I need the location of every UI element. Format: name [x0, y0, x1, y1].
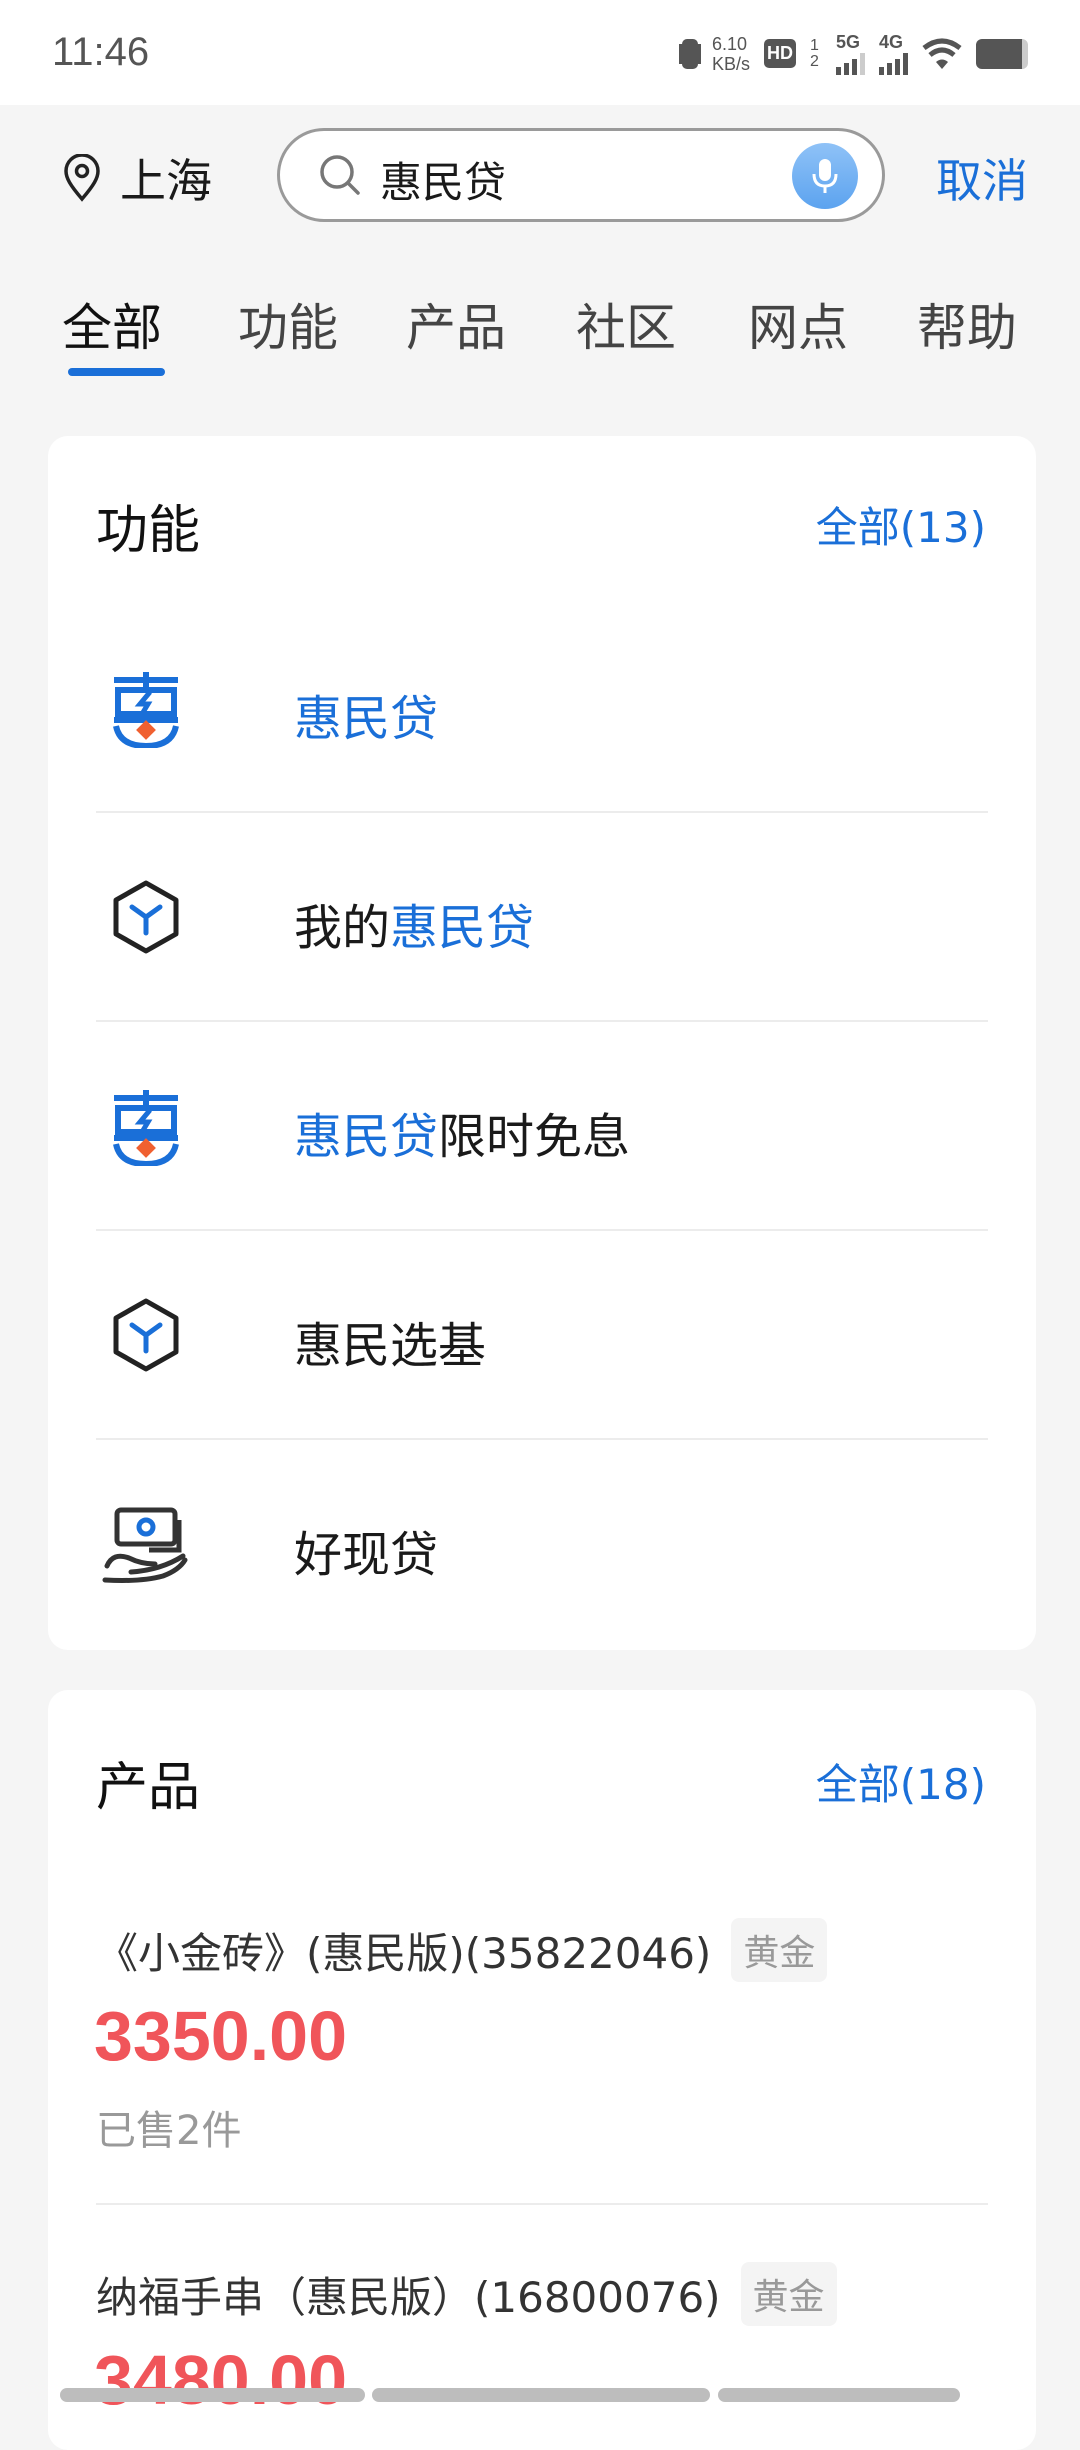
product-sold: 已售2件 — [96, 2108, 242, 2154]
net-speed: 6.10 KB/s — [712, 34, 750, 74]
cube-icon — [96, 877, 196, 957]
function-label: 我的惠民贷 — [294, 888, 534, 958]
functions-all-link[interactable]: 全部(13) — [816, 494, 986, 555]
tab-all[interactable]: 全部 — [62, 288, 162, 360]
product-price: 3480.00 — [94, 2341, 348, 2419]
function-item[interactable]: 惠民选基 — [96, 1231, 988, 1439]
label-post: 限时免息 — [438, 1109, 631, 1165]
location-selector[interactable]: 上海 — [62, 145, 212, 211]
divider — [96, 2203, 988, 2205]
tab-branches[interactable]: 网点 — [748, 288, 848, 360]
microphone-icon — [812, 159, 838, 193]
product-name: 《小金砖》(惠民版)(35822046) — [96, 1928, 712, 1978]
products-all-link[interactable]: 全部(18) — [816, 1751, 986, 1812]
sim-label: 1 2 — [810, 36, 819, 70]
product-tag: 黄金 — [740, 2262, 837, 2326]
signal-4g-icon: 4G — [879, 32, 908, 75]
products-card: 产品 全部(18) 《小金砖》(惠民版)(35822046) 黄金 3350.00… — [48, 1690, 1036, 2450]
net2-label: 4G — [879, 32, 904, 52]
label-pre: 好现贷 — [294, 1527, 439, 1583]
voice-search-button[interactable] — [792, 143, 858, 209]
vibrate-icon — [681, 38, 698, 69]
status-bar: 11:46 6.10 KB/s HD 1 2 5G 4G — [0, 0, 1080, 105]
cancel-button[interactable]: 取消 — [936, 145, 1028, 211]
hui-logo-icon — [96, 668, 196, 748]
location-label: 上海 — [120, 154, 212, 208]
hd-icon: HD — [764, 39, 796, 68]
product-item[interactable]: 《小金砖》(惠民版)(35822046) 黄金 — [96, 1918, 828, 1982]
function-label: 好现贷 — [294, 1515, 438, 1585]
product-item[interactable]: 纳福手串（惠民版）(16800076) 黄金 — [96, 2262, 837, 2326]
function-label: 惠民贷限时免息 — [294, 1097, 630, 1167]
net1-label: 5G — [836, 32, 861, 52]
tab-help[interactable]: 帮助 — [917, 288, 1017, 360]
tab-community[interactable]: 社区 — [576, 288, 676, 360]
product-name: 纳福手串（惠民版）(16800076) — [96, 2272, 721, 2322]
function-item[interactable]: 好现贷 — [96, 1440, 988, 1648]
net-speed-unit: KB/s — [711, 53, 750, 74]
search-icon — [320, 155, 360, 195]
label-pre: 惠民选基 — [294, 1318, 487, 1374]
function-item[interactable]: 惠民贷 — [96, 604, 988, 812]
product-price: 3350.00 — [94, 1997, 348, 2075]
battery-icon — [976, 38, 1028, 69]
function-item[interactable]: 惠民贷限时免息 — [96, 1022, 988, 1230]
product-tag: 黄金 — [731, 1918, 828, 1982]
cash-hand-icon — [96, 1504, 196, 1584]
label-highlight: 惠民贷 — [294, 691, 439, 747]
products-title: 产品 — [96, 1758, 201, 1818]
cube-icon — [96, 1295, 196, 1375]
wifi-icon — [922, 38, 962, 69]
search-input[interactable]: 惠民贷 — [277, 128, 885, 222]
functions-card: 功能 全部(13) 惠民贷 我的惠民贷 惠民贷限时免息 惠民选基 好现贷 — [48, 436, 1036, 1650]
location-pin-icon — [64, 154, 100, 202]
label-highlight: 惠民贷 — [390, 900, 535, 956]
function-label: 惠民贷 — [294, 679, 438, 749]
function-item[interactable]: 我的惠民贷 — [96, 813, 988, 1021]
label-highlight: 惠民贷 — [294, 1109, 439, 1165]
functions-title: 功能 — [96, 501, 201, 561]
net-speed-value: 6.10 — [711, 33, 748, 54]
function-label: 惠民选基 — [294, 1306, 486, 1376]
signal-5g-icon: 5G — [836, 32, 865, 75]
hui-logo-icon — [96, 1086, 196, 1166]
tab-products[interactable]: 产品 — [406, 288, 506, 360]
search-value: 惠民贷 — [380, 158, 507, 207]
clock: 11:46 — [52, 30, 150, 74]
active-tab-indicator — [68, 368, 165, 376]
tab-functions[interactable]: 功能 — [238, 288, 338, 360]
status-icons: 6.10 KB/s HD 1 2 5G 4G — [681, 32, 1028, 75]
label-pre: 我的 — [294, 900, 391, 956]
